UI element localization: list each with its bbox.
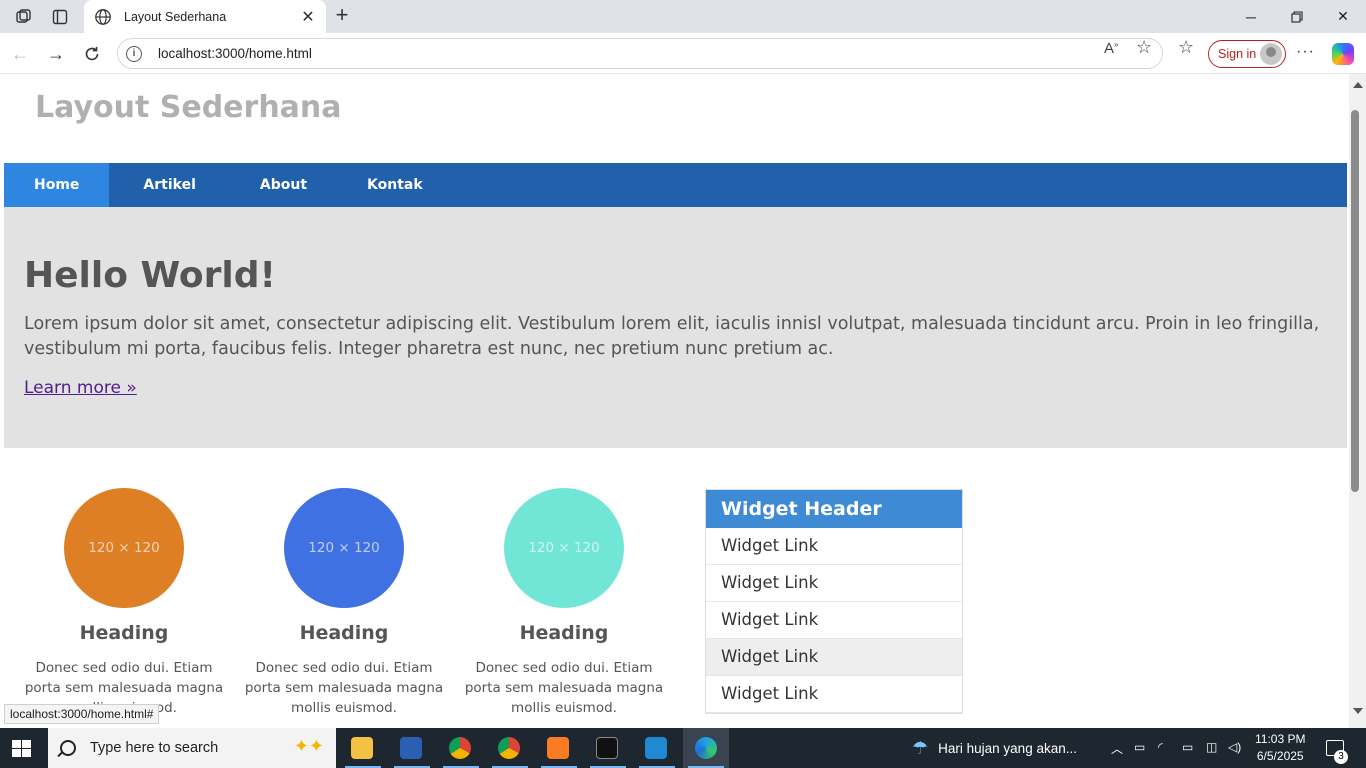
widget-link[interactable]: Widget Link <box>706 602 962 639</box>
placeholder-image: 120 × 120 <box>504 488 624 608</box>
column-text: Donec sed odio dui. Etiam porta sem male… <box>244 660 444 716</box>
feature-column: 120 × 120 Heading Donec sed odio dui. Et… <box>14 488 234 718</box>
search-icon <box>60 740 76 756</box>
widget-link[interactable]: Widget Link <box>706 565 962 602</box>
column-text: Donec sed odio dui. Etiam porta sem male… <box>464 660 664 716</box>
weather-text: Hari hujan yang akan... <box>938 741 1077 756</box>
security-icon[interactable]: ◫ <box>1206 740 1217 754</box>
tab-actions-icon[interactable] <box>49 6 71 28</box>
active-tab[interactable]: Layout Sederhana ✕ <box>84 0 326 33</box>
show-hidden-icons-icon[interactable]: ︿ <box>1111 740 1123 757</box>
column-heading: Heading <box>299 622 389 644</box>
scroll-up-icon[interactable] <box>1353 82 1363 88</box>
column-heading: Heading <box>519 622 609 644</box>
copilot-icon[interactable] <box>1332 43 1354 65</box>
meet-now-icon[interactable]: ▭ <box>1134 740 1145 754</box>
hero-section: Hello World! Lorem ipsum dolor sit amet,… <box>4 207 1347 448</box>
feature-column: 120 × 120 Heading Donec sed odio dui. Et… <box>234 488 454 718</box>
read-aloud-icon[interactable]: A» <box>1104 40 1118 57</box>
close-window-icon[interactable]: ✕ <box>1320 0 1366 33</box>
search-placeholder: Type here to search <box>90 740 219 756</box>
scroll-thumb[interactable] <box>1351 110 1359 492</box>
favorites-icon[interactable]: ☆ <box>1178 37 1194 58</box>
page-viewport: Layout Sederhana Home Artikel About Kont… <box>0 74 1350 728</box>
restore-icon[interactable] <box>1274 0 1320 33</box>
content-columns: 120 × 120 Heading Donec sed odio dui. Et… <box>4 448 1347 728</box>
sidebar-widget: Widget Header Widget Link Widget Link Wi… <box>705 489 963 714</box>
tab-title: Layout Sederhana <box>124 9 227 24</box>
weather-widget[interactable]: ☂ Hari hujan yang akan... <box>912 738 1077 759</box>
edge-icon[interactable] <box>686 732 726 764</box>
word-icon[interactable] <box>391 732 431 764</box>
vscode-icon[interactable] <box>636 732 676 764</box>
link-status-bar: localhost:3000/home.html# <box>4 704 160 724</box>
sign-in-button[interactable]: Sign in <box>1208 40 1286 68</box>
clock-time: 11:03 PM <box>1255 732 1306 746</box>
learn-more-link[interactable]: Learn more » <box>24 378 137 398</box>
new-tab-icon[interactable]: + <box>332 4 352 27</box>
nav-item-artikel[interactable]: Artikel <box>109 163 229 207</box>
clock-date: 6/5/2025 <box>1256 749 1304 763</box>
nav-item-kontak[interactable]: Kontak <box>337 163 453 207</box>
terminal-icon[interactable] <box>587 732 627 764</box>
widget-link[interactable]: Widget Link <box>706 639 962 676</box>
address-bar[interactable]: i localhost:3000/home.html <box>117 38 1163 69</box>
search-highlight-icon: ✦✦ <box>293 736 324 756</box>
hero-text: Lorem ipsum dolor sit amet, consectetur … <box>24 314 1320 359</box>
refresh-icon[interactable] <box>79 41 105 67</box>
profile-avatar <box>1260 43 1282 65</box>
volume-icon[interactable]: ◁) <box>1228 740 1241 754</box>
system-clock[interactable]: 11:03 PM 6/5/2025 <box>1255 731 1305 765</box>
nav-item-about[interactable]: About <box>230 163 337 207</box>
url-text: localhost:3000/home.html <box>158 46 312 61</box>
web-page: Layout Sederhana Home Artikel About Kont… <box>4 74 1347 728</box>
page-scrollbar[interactable] <box>1349 74 1366 728</box>
address-toolbar: ← → i localhost:3000/home.html A» ☆ ☆ Si… <box>0 33 1366 74</box>
widget-link[interactable]: Widget Link <box>706 528 962 565</box>
close-tab-icon[interactable]: ✕ <box>300 7 316 27</box>
placeholder-image: 120 × 120 <box>284 488 404 608</box>
forward-icon[interactable]: → <box>43 41 69 67</box>
widget-header: Widget Header <box>706 490 962 528</box>
notification-badge: 3 <box>1334 750 1348 764</box>
nav-item-home[interactable]: Home <box>4 163 110 207</box>
battery-icon[interactable]: ▭ <box>1182 740 1193 754</box>
windows-taskbar: Type here to search ✦✦ ☂ Hari hujan yang… <box>0 728 1366 768</box>
column-heading: Heading <box>79 622 169 644</box>
network-icon[interactable]: ◜ <box>1158 740 1163 754</box>
browser-tab-strip: Layout Sederhana ✕ + ─ ✕ <box>0 0 1366 33</box>
site-title: Layout Sederhana <box>35 90 342 125</box>
feature-column: 120 × 120 Heading Donec sed odio dui. Et… <box>454 488 674 718</box>
placeholder-image: 120 × 120 <box>64 488 184 608</box>
hero-heading: Hello World! <box>24 255 276 296</box>
main-nav: Home Artikel About Kontak <box>4 163 1347 207</box>
taskbar-search-box[interactable]: Type here to search ✦✦ <box>48 728 336 768</box>
file-explorer-icon[interactable] <box>342 732 382 764</box>
sign-in-label: Sign in <box>1218 47 1257 61</box>
back-icon[interactable]: ← <box>7 41 33 67</box>
chrome-icon[interactable] <box>440 732 480 764</box>
minimize-icon[interactable]: ─ <box>1228 0 1274 33</box>
site-info-icon[interactable]: i <box>126 45 142 62</box>
more-menu-icon[interactable]: ··· <box>1296 43 1315 61</box>
xampp-icon[interactable] <box>538 732 578 764</box>
workspaces-icon[interactable] <box>13 6 35 28</box>
favorite-star-icon[interactable]: ☆ <box>1136 37 1152 58</box>
scroll-down-icon[interactable] <box>1353 708 1363 714</box>
umbrella-icon: ☂ <box>912 738 929 758</box>
globe-icon <box>95 8 111 25</box>
widget-link[interactable]: Widget Link <box>706 676 962 713</box>
chrome-profile-icon[interactable] <box>489 732 529 764</box>
site-header: Layout Sederhana <box>4 74 1347 163</box>
windows-start-icon[interactable] <box>12 740 32 757</box>
